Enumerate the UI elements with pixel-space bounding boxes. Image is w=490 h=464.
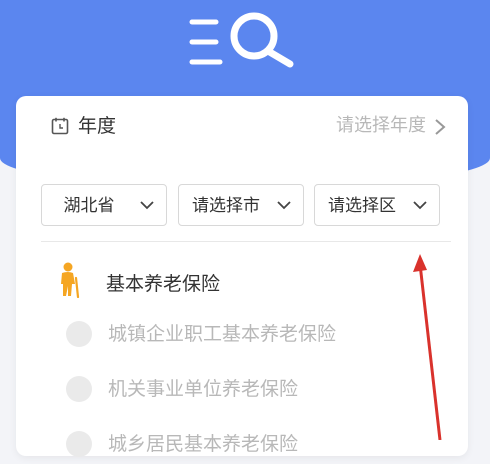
option-label: 城镇企业职工基本养老保险	[108, 323, 337, 345]
city-select[interactable]: 请选择市	[178, 184, 304, 226]
province-select[interactable]: 湖北省	[41, 184, 167, 226]
province-value: 湖北省	[63, 196, 115, 216]
region-selectors: 湖北省 请选择市 请选择区	[41, 184, 443, 228]
list-search-icon	[189, 12, 294, 68]
chevron-down-icon	[277, 201, 291, 210]
radio-button[interactable]	[66, 431, 92, 457]
option-label: 机关事业单位养老保险	[108, 378, 299, 400]
annotation-arrow-icon	[413, 254, 442, 440]
district-select[interactable]: 请选择区	[314, 184, 440, 226]
divider	[41, 241, 451, 242]
city-placeholder: 请选择市	[192, 196, 260, 216]
calendar-icon	[51, 117, 69, 135]
pension-option[interactable]: 城乡居民基本养老保险	[66, 424, 446, 464]
option-label: 城乡居民基本养老保险	[108, 433, 299, 455]
section-title: 基本养老保险	[106, 273, 221, 295]
chevron-down-icon	[140, 201, 154, 210]
elderly-person-icon	[61, 262, 80, 298]
year-placeholder[interactable]: 请选择年度	[336, 114, 426, 138]
radio-button[interactable]	[66, 376, 92, 402]
district-placeholder: 请选择区	[328, 196, 396, 216]
radio-button[interactable]	[66, 321, 92, 347]
pension-option[interactable]: 城镇企业职工基本养老保险	[66, 314, 446, 354]
year-label: 年度	[78, 115, 117, 137]
chevron-down-icon	[413, 201, 427, 210]
pension-option[interactable]: 机关事业单位养老保险	[66, 369, 446, 409]
year-selector-row[interactable]: 年度 请选择年度	[16, 96, 468, 156]
chevron-right-icon[interactable]	[434, 118, 446, 136]
